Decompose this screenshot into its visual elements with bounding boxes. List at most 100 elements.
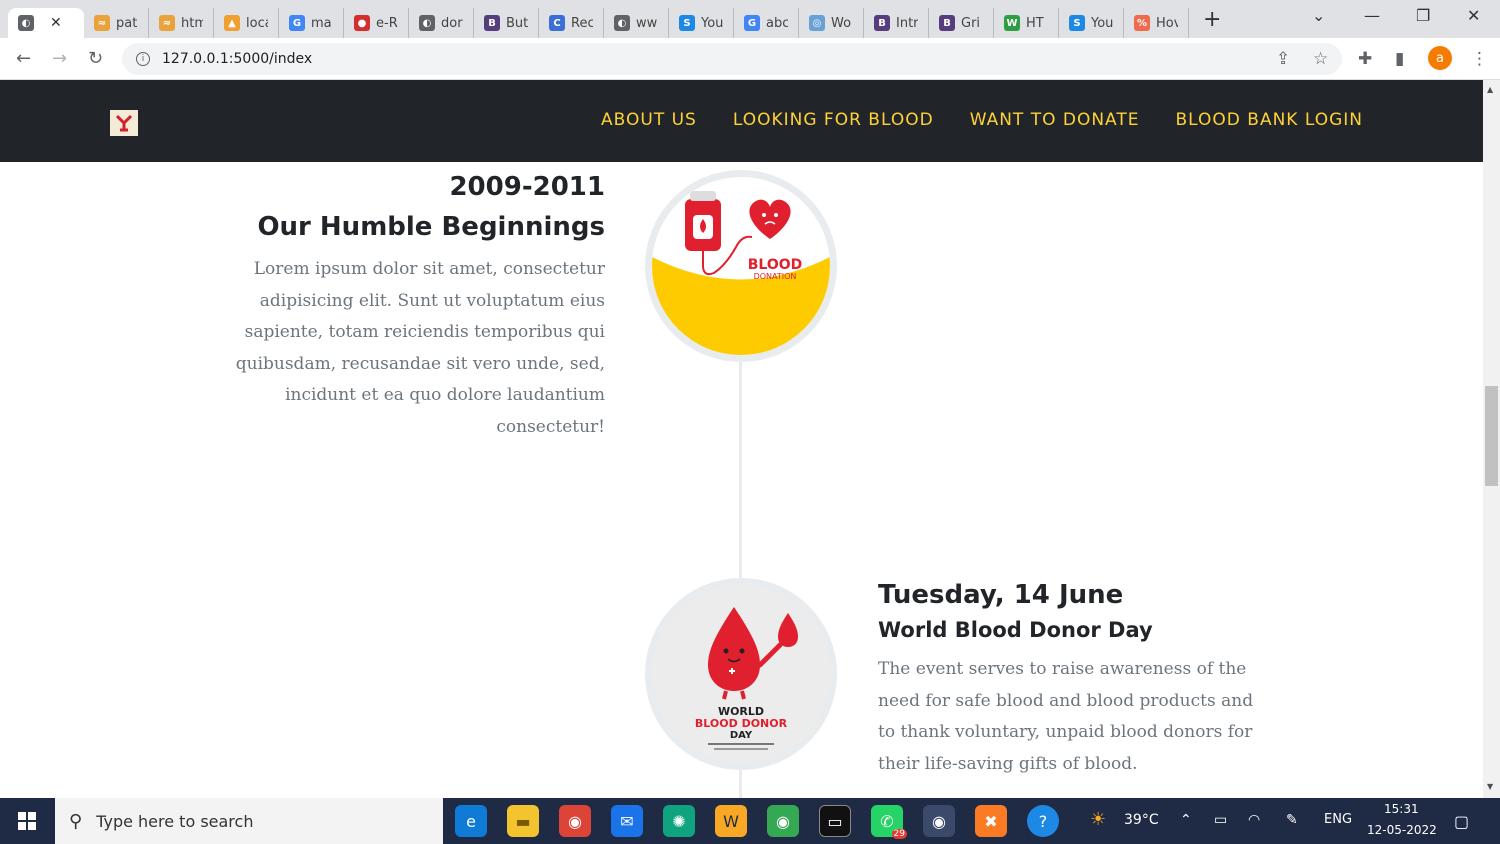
whatsapp-icon[interactable]: ✆ 29 — [871, 805, 907, 839]
chevron-up-icon[interactable]: ⌃ — [1180, 812, 1192, 828]
windows-taskbar: ⚲ Type here to search e ▬ ◉ ✉ ✺ W ◉ ▭ ✆ 2… — [0, 798, 1500, 844]
world-blood-donor-day-illustration: WORLD BLOOD DONOR DAY — [695, 607, 798, 750]
entry1-date: 2009-2011 — [449, 172, 605, 202]
tab-favicon-icon: ≈ — [159, 15, 175, 31]
scroll-up-arrow[interactable]: ▲ — [1487, 85, 1493, 94]
nav-looking-for-blood[interactable]: LOOKING FOR BLOOD — [733, 110, 934, 130]
menu-icon[interactable]: ⋮ — [1471, 49, 1488, 69]
entry1-text: Lorem ipsum dolor sit amet, consectetur … — [235, 259, 605, 437]
weather-temp[interactable]: 39°C — [1124, 812, 1159, 828]
xampp-icon[interactable]: ✖ — [975, 805, 1007, 837]
browser-tab[interactable]: ▲ loca — [214, 8, 279, 38]
browser-tab[interactable]: B Gri — [929, 8, 994, 38]
taskbar-apps: e ▬ ◉ ✉ ✺ W ◉ ▭ ✆ 29 ◉ ✖ ? — [455, 805, 1059, 839]
pen-icon[interactable]: ✎ — [1286, 812, 1298, 828]
tab-favicon-icon: C — [549, 15, 565, 31]
info-icon[interactable]: i — [136, 52, 150, 66]
url-field[interactable]: i 127.0.0.1:5000/index — [122, 43, 1342, 75]
wifi-icon[interactable]: ◠ — [1248, 812, 1260, 828]
notifications-icon[interactable]: ▢ — [1454, 812, 1469, 831]
tab-title: But — [506, 15, 528, 31]
terminal-icon[interactable]: ▭ — [819, 805, 851, 837]
tab-favicon-icon: G — [289, 15, 305, 31]
browser-tab-strip: ◐ ✕ ≈ pat ≈ htm ▲ loca Gma ● e-R ◐ dor B But C Rec ◐ ww S… — [0, 0, 1500, 38]
back-button[interactable]: ← — [16, 48, 31, 69]
weather-icon[interactable]: ☀ — [1090, 809, 1106, 830]
forward-button[interactable]: → — [52, 48, 67, 69]
entry2-date: Tuesday, 14 June — [878, 580, 1124, 610]
language-indicator[interactable]: ENG — [1324, 812, 1352, 827]
tab-title: e-R — [376, 15, 398, 31]
battery-icon[interactable]: ▭ — [1214, 812, 1227, 828]
mail-icon[interactable]: ✉ — [611, 805, 643, 837]
tab-title: dor — [441, 15, 463, 31]
tab-favicon-icon: ● — [354, 15, 370, 31]
tab-title: Gri — [961, 15, 981, 31]
timeline-image-blood-donation: BLOOD DONATION — [645, 170, 837, 362]
timeline-entry-1: 2009-2011 Our Humble Beginnings Lorem ip… — [225, 172, 605, 443]
url-text: 127.0.0.1:5000/index — [162, 51, 313, 67]
tab-favicon-icon: ◐ — [419, 15, 435, 31]
nav-want-to-donate[interactable]: WANT TO DONATE — [970, 110, 1140, 130]
chrome-icon[interactable]: ◉ — [559, 805, 591, 837]
ai-app-icon[interactable]: ✺ — [663, 805, 695, 837]
tab-favicon-icon: G — [744, 15, 760, 31]
browser-tab[interactable]: % Hov — [1124, 8, 1189, 38]
scroll-down-arrow[interactable]: ▼ — [1487, 782, 1493, 791]
browser-tab[interactable]: ≈ htm — [149, 8, 214, 38]
browser-tab[interactable]: B Intr — [864, 8, 929, 38]
taskbar-search[interactable]: ⚲ Type here to search — [55, 798, 443, 844]
scroll-thumb[interactable] — [1485, 386, 1498, 486]
share-icon[interactable]: ⇪ — [1276, 49, 1290, 69]
tab-title: Rec — [571, 15, 593, 31]
browser-tab[interactable]: Gabc — [734, 8, 799, 38]
browser-tab[interactable]: ◐ dor — [409, 8, 474, 38]
browser-tab[interactable]: ● e-R — [344, 8, 409, 38]
tab-title: Hov — [1156, 15, 1178, 31]
browser-tab[interactable]: C Rec — [539, 8, 604, 38]
minimize-button[interactable]: — — [1364, 6, 1380, 25]
new-tab-button[interactable]: + — [1203, 7, 1221, 32]
site-logo[interactable] — [110, 110, 138, 136]
chevron-down-icon[interactable]: ⌄ — [1312, 6, 1325, 25]
file-explorer-icon[interactable]: ▬ — [507, 805, 539, 837]
clock-date[interactable]: 12-05-2022 — [1367, 823, 1437, 837]
star-icon[interactable]: ☆ — [1313, 49, 1328, 69]
tab-title: You — [1091, 15, 1113, 31]
browser-tab[interactable]: ≈ pat — [84, 8, 149, 38]
browser-tab[interactable]: ◐ ww — [604, 8, 669, 38]
app-w-icon[interactable]: W — [715, 805, 747, 837]
search-icon: ⚲ — [69, 810, 83, 832]
windows-start-icon[interactable] — [18, 812, 36, 830]
side-panel-icon[interactable]: ▮ — [1395, 49, 1404, 69]
close-icon[interactable]: ✕ — [50, 15, 62, 31]
edge-icon[interactable]: e — [455, 805, 487, 837]
timeline-image-world-blood-donor-day: WORLD BLOOD DONOR DAY — [645, 578, 837, 770]
image-text-blood: BLOOD — [748, 257, 803, 273]
tab-title: Wo — [831, 15, 852, 31]
chrome-active-icon[interactable]: ◉ — [923, 805, 955, 837]
restore-button[interactable]: ❐ — [1416, 6, 1430, 25]
browser-tab[interactable]: B But — [474, 8, 539, 38]
reload-button[interactable]: ↻ — [88, 48, 103, 69]
nav-blood-bank-login[interactable]: BLOOD BANK LOGIN — [1176, 110, 1364, 130]
page-scrollbar[interactable]: ▲ ▼ — [1483, 80, 1500, 798]
browser-tab[interactable]: S You — [1059, 8, 1124, 38]
help-icon[interactable]: ? — [1027, 805, 1059, 837]
clock-time[interactable]: 15:31 — [1384, 802, 1419, 816]
timeline-entry-2: Tuesday, 14 June World Blood Donor Day T… — [878, 580, 1268, 780]
address-bar: ← → ↻ i 127.0.0.1:5000/index ⇪ ☆ ✚ ▮ a ⋮ — [0, 38, 1500, 80]
extensions-icon[interactable]: ✚ — [1358, 49, 1372, 69]
browser-tab[interactable]: W HT — [994, 8, 1059, 38]
browser-tab[interactable]: ◎ Wo — [799, 8, 864, 38]
tab-active[interactable]: ◐ ✕ — [8, 8, 84, 38]
profile-avatar[interactable]: a — [1428, 46, 1452, 70]
chrome-profile-icon[interactable]: ◉ — [767, 805, 799, 837]
window-close-button[interactable]: ✕ — [1467, 6, 1480, 25]
whatsapp-badge: 29 — [891, 829, 907, 839]
nav-about-us[interactable]: ABOUT US — [601, 110, 697, 130]
browser-tab[interactable]: Gma — [279, 8, 344, 38]
browser-tab[interactable]: S You — [669, 8, 734, 38]
tab-favicon-icon: S — [1069, 15, 1085, 31]
tab-favicon-icon: % — [1134, 15, 1150, 31]
